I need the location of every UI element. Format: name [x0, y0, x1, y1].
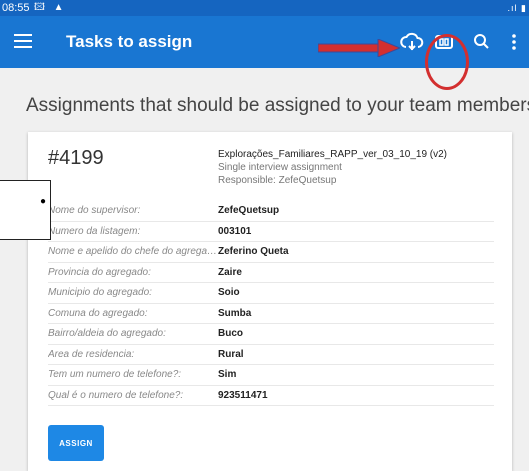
field-label: Qual é o numero de telefone?:	[48, 389, 184, 401]
status-signal-battery-icon: .ıl ▮	[507, 3, 527, 13]
search-icon[interactable]	[468, 28, 496, 56]
field-value: 923511471	[218, 389, 268, 401]
field-row: Municipio do agregado: Soio	[48, 283, 494, 304]
field-value: Soio	[218, 287, 240, 298]
field-row: Qual é o numero de telefone?: 923511471	[48, 386, 494, 406]
overlay-box: ●	[0, 180, 51, 240]
identifying-fields: Nome do supervisor: ZefeQuetsup Numero da…	[48, 201, 494, 406]
field-label: Comuna do agregado:	[48, 307, 148, 319]
status-time: 08:55	[2, 2, 30, 14]
field-label: Tem um numero de telefone?:	[48, 369, 182, 380]
assignment-type: Single interview assignment	[218, 162, 342, 173]
field-row: Nome e apelido do chefe do agregado: Zefe…	[48, 242, 494, 263]
field-label: Nome do supervisor:	[48, 205, 141, 216]
more-vert-icon[interactable]	[500, 28, 528, 56]
page-title: Tasks to assign	[66, 32, 193, 51]
status-bar: 08:55 🖾 ▲ .ıl ▮	[0, 0, 529, 16]
field-label: Area de residencia:	[48, 348, 135, 360]
assignment-meta: Explorações_Familiares_RAPP_ver_03_10_19…	[218, 148, 447, 187]
cloud-sync-icon[interactable]	[398, 28, 426, 56]
field-value: Sim	[218, 369, 237, 380]
field-label: Numero da listagem:	[48, 225, 141, 237]
assignment-id: #4199	[48, 147, 104, 169]
field-row: Tem um numero de telefone?: Sim	[48, 365, 494, 386]
status-notification-icons: 🖾 ▲	[34, 2, 67, 13]
field-label: Provincia do agregado:	[48, 266, 151, 278]
menu-icon[interactable]	[14, 31, 32, 53]
field-value: Buco	[218, 328, 243, 339]
field-value: Zaire	[218, 266, 242, 278]
page-heading: Assignments that should be assigned to y…	[26, 95, 529, 116]
field-value: Sumba	[218, 307, 252, 319]
field-value: Rural	[218, 348, 244, 360]
field-label: Municipio do agregado:	[48, 287, 152, 298]
field-row: Numero da listagem: 003101	[48, 222, 494, 242]
field-row: Comuna do agregado: Sumba	[48, 304, 494, 324]
assignment-responsible: Responsible: ZefeQuetsup	[218, 175, 337, 186]
field-value: Zeferino Queta	[218, 246, 289, 257]
annotation-circle	[425, 34, 469, 90]
annotation-arrow	[318, 39, 400, 57]
field-row: Provincia do agregado: Zaire	[48, 263, 494, 283]
field-label: Nome e apelido do chefe do agregado:	[48, 246, 218, 257]
questionnaire-title: Explorações_Familiares_RAPP_ver_03_10_19…	[218, 149, 448, 160]
field-row: Area de residencia: Rural	[48, 345, 494, 365]
field-label: Bairro/aldeia do agregado:	[48, 328, 166, 339]
assignment-card: #4199 Explorações_Familiares_RAPP_ver_03…	[28, 132, 512, 471]
field-row: Bairro/aldeia do agregado: Buco	[48, 324, 494, 345]
app-bar: Tasks to assign	[0, 16, 529, 90]
field-value: 003101	[218, 225, 252, 237]
field-row: Nome do supervisor: ZefeQuetsup	[48, 201, 494, 222]
field-value: ZefeQuetsup	[218, 205, 280, 216]
overlay-dot: ●	[40, 196, 47, 207]
assign-button[interactable]: ASSIGN	[48, 425, 104, 461]
